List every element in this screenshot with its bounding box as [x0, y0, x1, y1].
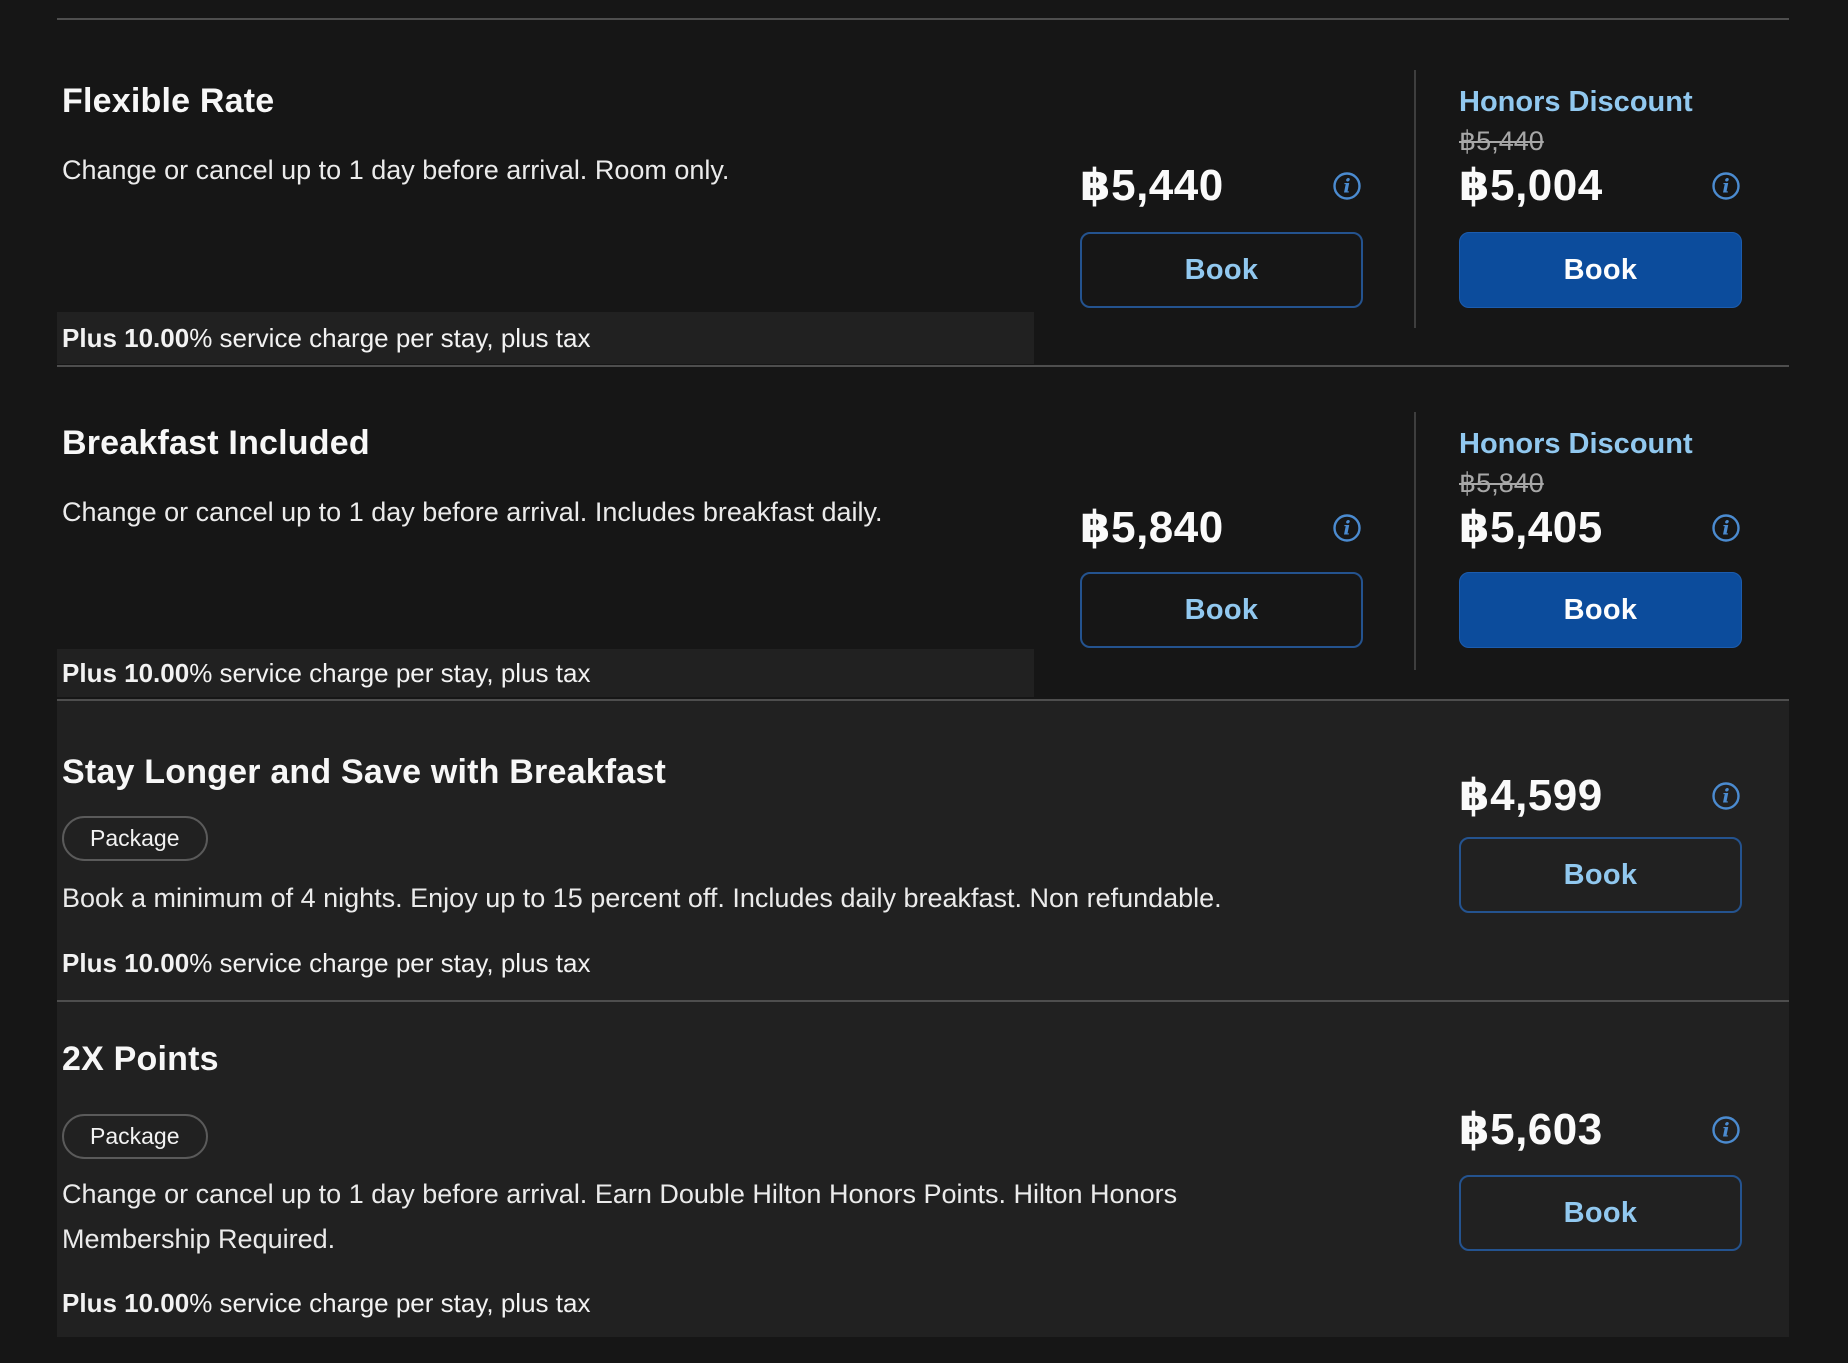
info-icon[interactable]: i [1710, 1114, 1742, 1146]
info-icon[interactable]: i [1331, 170, 1363, 202]
honors-price: ฿5,405 [1459, 502, 1603, 553]
rate-selection-page: Flexible Rate Change or cancel up to 1 d… [0, 0, 1848, 1363]
standard-price: ฿5,440 [1080, 160, 1224, 211]
rate-title: 2X Points [62, 1040, 219, 1079]
service-charge-text: % service charge per stay, plus tax [189, 658, 590, 688]
book-button-honors[interactable]: Book [1459, 232, 1742, 308]
service-charge-text: % service charge per stay, plus tax [189, 948, 590, 978]
service-charge-amount: Plus 10.00 [62, 658, 189, 688]
original-price: ฿5,840 [1459, 468, 1544, 499]
divider [1414, 70, 1416, 328]
service-charge-text: % service charge per stay, plus tax [189, 323, 590, 353]
book-button-honors[interactable]: Book [1459, 572, 1742, 648]
svg-text:i: i [1343, 175, 1350, 197]
rate-title: Flexible Rate [62, 82, 274, 121]
price-row: ฿4,599 i [1459, 770, 1742, 821]
svg-text:i: i [1722, 175, 1729, 197]
divider [1414, 412, 1416, 670]
price: ฿5,603 [1459, 1104, 1603, 1155]
rate-description: Change or cancel up to 1 day before arri… [62, 490, 882, 535]
svg-text:i: i [1722, 1119, 1729, 1141]
standard-price-row: ฿5,440 i [1080, 160, 1363, 211]
service-charge-note: Plus 10.00% service charge per stay, plu… [62, 1288, 590, 1319]
honors-discount-label: Honors Discount [1459, 86, 1693, 119]
original-price: ฿5,440 [1459, 126, 1544, 157]
price-row: ฿5,603 i [1459, 1104, 1742, 1155]
honors-price: ฿5,004 [1459, 160, 1603, 211]
info-icon[interactable]: i [1710, 170, 1742, 202]
divider [57, 365, 1789, 367]
book-button[interactable]: Book [1459, 1175, 1742, 1251]
divider [57, 1000, 1789, 1002]
info-icon[interactable]: i [1710, 512, 1742, 544]
info-icon[interactable]: i [1331, 512, 1363, 544]
service-charge-amount: Plus 10.00 [62, 323, 189, 353]
service-charge-note: Plus 10.00% service charge per stay, plu… [62, 948, 590, 979]
rate-title: Breakfast Included [62, 424, 370, 463]
info-icon[interactable]: i [1710, 780, 1742, 812]
rate-description: Change or cancel up to 1 day before arri… [62, 148, 729, 193]
svg-text:i: i [1722, 785, 1729, 807]
service-charge-amount: Plus 10.00 [62, 948, 189, 978]
rate-title: Stay Longer and Save with Breakfast [62, 753, 666, 792]
package-badge: Package [62, 816, 208, 861]
standard-price-row: ฿5,840 i [1080, 502, 1363, 553]
honors-price-row: ฿5,004 i [1459, 160, 1742, 211]
svg-text:i: i [1722, 517, 1729, 539]
service-charge-amount: Plus 10.00 [62, 1288, 189, 1318]
divider [57, 699, 1789, 701]
rate-description: Book a minimum of 4 nights. Enjoy up to … [62, 876, 1222, 921]
book-button-standard[interactable]: Book [1080, 572, 1363, 648]
book-button[interactable]: Book [1459, 837, 1742, 913]
honors-price-row: ฿5,405 i [1459, 502, 1742, 553]
svg-text:i: i [1343, 517, 1350, 539]
honors-discount-label: Honors Discount [1459, 428, 1693, 461]
standard-price: ฿5,840 [1080, 502, 1224, 553]
service-charge-text: % service charge per stay, plus tax [189, 1288, 590, 1318]
book-button-standard[interactable]: Book [1080, 232, 1363, 308]
price: ฿4,599 [1459, 770, 1603, 821]
package-badge: Package [62, 1114, 208, 1159]
divider [57, 18, 1789, 20]
rate-description: Change or cancel up to 1 day before arri… [62, 1172, 1177, 1262]
service-charge-note: Plus 10.00% service charge per stay, plu… [57, 649, 1034, 697]
service-charge-note: Plus 10.00% service charge per stay, plu… [57, 312, 1034, 364]
